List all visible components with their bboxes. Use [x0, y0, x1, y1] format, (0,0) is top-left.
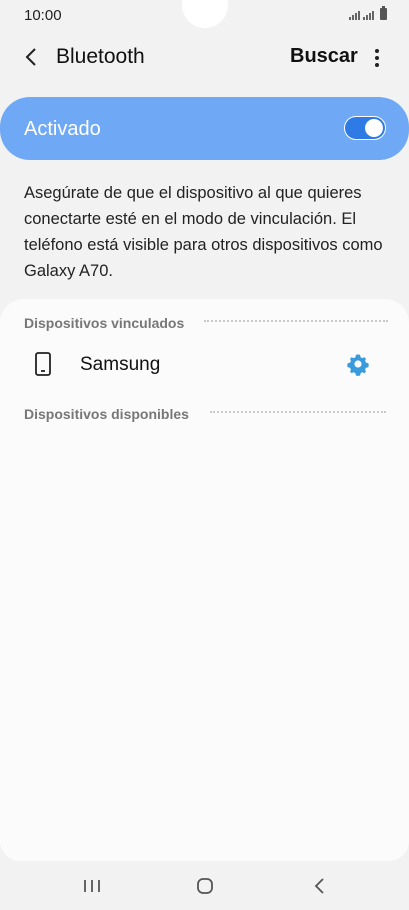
bluetooth-status-label: Activado [24, 118, 101, 140]
signal-icon [349, 11, 360, 20]
home-icon[interactable] [193, 876, 217, 896]
camera-notch [182, 0, 228, 28]
status-bar: 10:00 [0, 0, 409, 32]
search-button[interactable]: Buscar [290, 45, 358, 68]
signal-icon [363, 11, 374, 20]
battery-icon [380, 6, 387, 20]
paired-device-name: Samsung [80, 354, 161, 375]
paired-device-row[interactable]: Samsung [0, 340, 409, 388]
status-icons [349, 6, 387, 20]
more-vertical-icon[interactable] [366, 44, 388, 72]
page-title: Bluetooth [56, 45, 145, 68]
settings-icon[interactable] [346, 352, 370, 376]
bluetooth-toggle-row[interactable]: Activado [0, 97, 409, 160]
phone-icon [35, 352, 51, 376]
paired-devices-header: Dispositivos vinculados [24, 315, 185, 331]
status-time: 10:00 [24, 7, 62, 24]
app-header: Bluetooth Buscar [0, 34, 409, 82]
visibility-description: Asegúrate de que el dispositivo al que q… [24, 184, 383, 280]
available-devices-header: Dispositivos disponibles [24, 406, 189, 422]
section-divider [210, 411, 386, 413]
bluetooth-switch[interactable] [344, 116, 386, 140]
section-divider [204, 320, 388, 322]
back-arrow-icon[interactable] [18, 42, 48, 72]
navigation-bar [0, 862, 409, 910]
back-icon[interactable] [308, 876, 332, 896]
switch-knob [365, 119, 383, 137]
recents-icon[interactable] [80, 876, 104, 896]
